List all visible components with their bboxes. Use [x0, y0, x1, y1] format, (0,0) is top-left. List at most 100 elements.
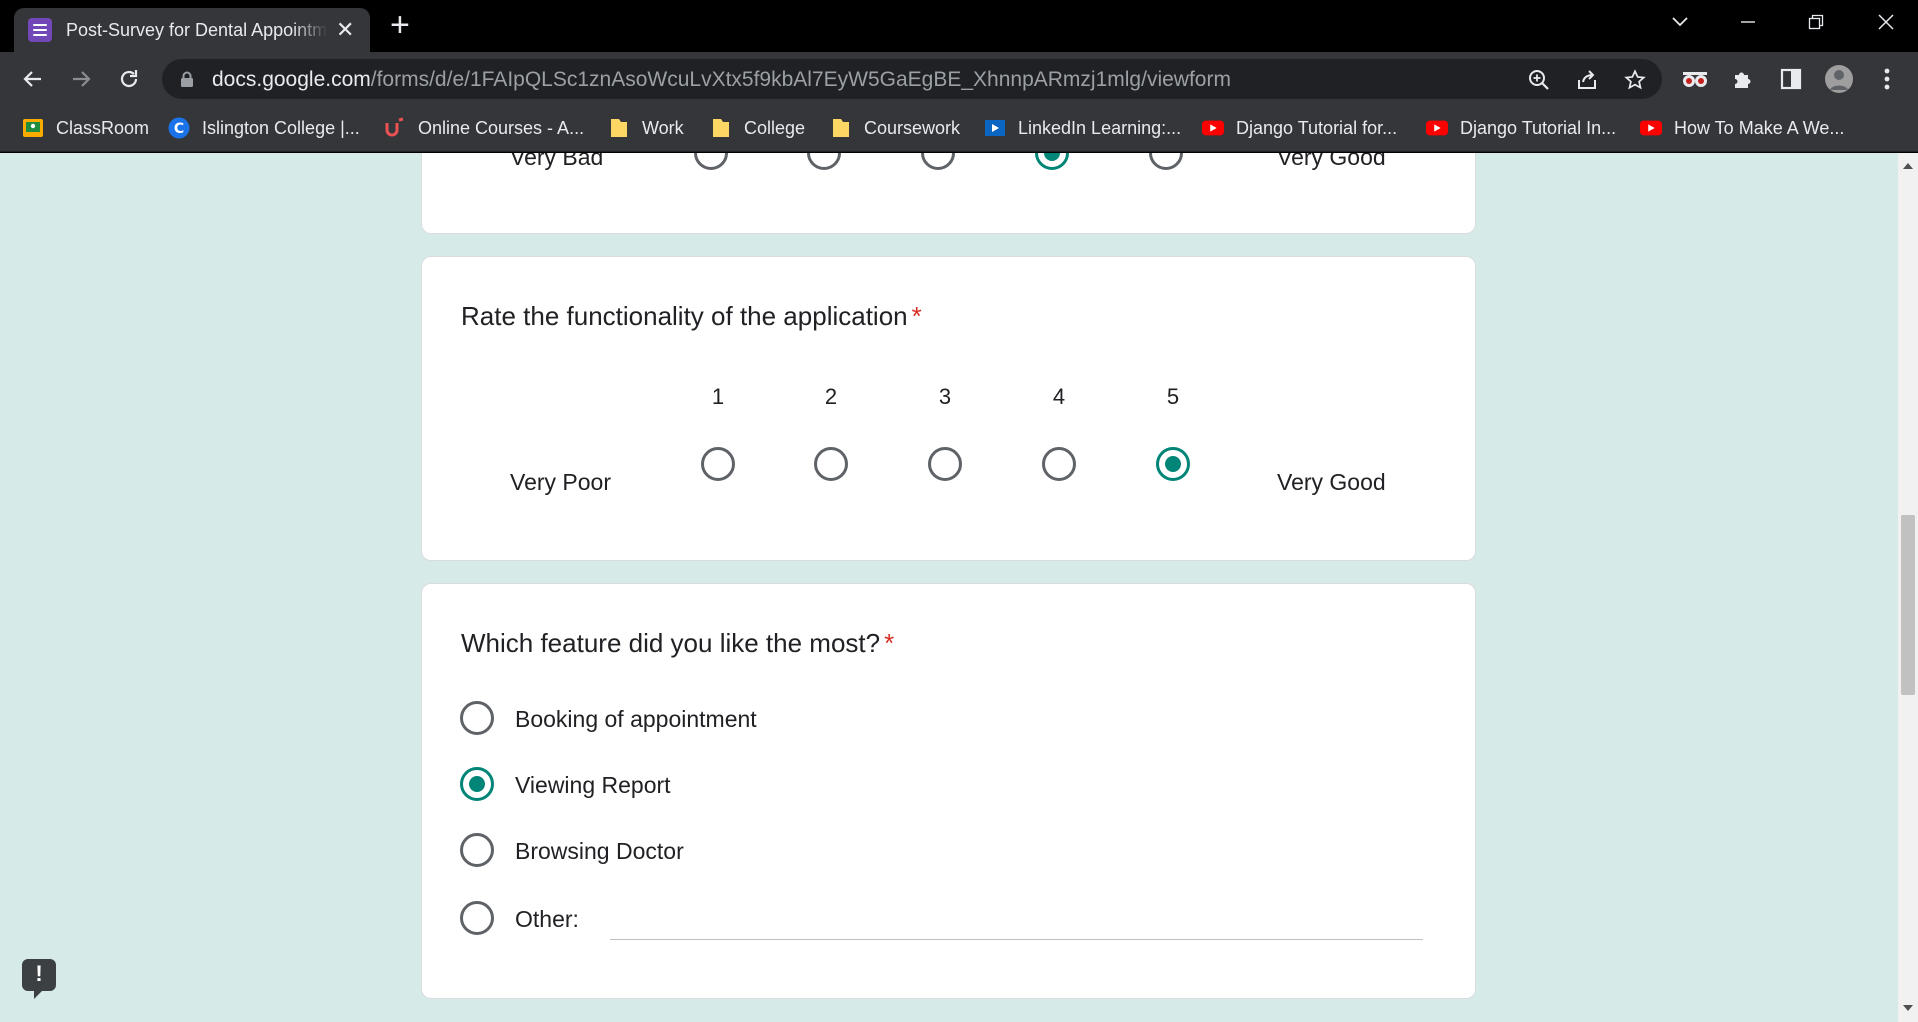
browser-toolbar: docs.google.com/forms/d/e/1FAIpQLSc1znAs…	[0, 52, 1918, 104]
scale-high-label: Very Good	[1277, 469, 1386, 495]
bookmark-django-tutorial-in[interactable]: Django Tutorial In...	[1426, 114, 1616, 142]
radio-prev-2[interactable]	[807, 153, 841, 170]
scroll-thumb[interactable]	[1901, 515, 1915, 695]
tab-strip: Post-Survey for Dental Appointment ✕ +	[0, 0, 1918, 52]
bookmark-label: How To Make A We...	[1674, 117, 1845, 138]
folder-icon	[710, 117, 732, 139]
bookmark-label: Islington College |...	[202, 117, 360, 138]
url-path: /forms/d/e/1FAIpQLSc1znAsoWcuLvXtx5f9kbA…	[370, 68, 1231, 91]
radio-option-other[interactable]	[460, 901, 494, 935]
youtube-icon	[1202, 117, 1224, 139]
radio-prev-4[interactable]	[1035, 153, 1069, 170]
url-text[interactable]: docs.google.com/forms/d/e/1FAIpQLSc1znAs…	[212, 68, 1231, 92]
page-scrollbar[interactable]	[1898, 153, 1918, 1022]
side-panel-icon[interactable]	[1776, 64, 1806, 94]
bookmark-label: Online Courses - A...	[418, 117, 585, 138]
bookmark-coursework[interactable]: Coursework	[830, 114, 960, 142]
feature-question-card: Which feature did you like the most? * Bo…	[421, 583, 1476, 999]
profile-avatar[interactable]	[1824, 64, 1854, 94]
scroll-down-arrow-icon[interactable]	[1903, 1005, 1913, 1011]
scale-number-4: 4	[1052, 384, 1066, 409]
other-text-input[interactable]	[610, 939, 1423, 940]
bookmark-online-courses[interactable]: Online Courses - A...	[384, 114, 584, 142]
new-tab-button[interactable]: +	[390, 8, 410, 42]
folder-icon	[608, 117, 630, 139]
radio-rating-5[interactable]	[1156, 447, 1190, 481]
folder-icon	[830, 117, 852, 139]
close-window-icon[interactable]	[1862, 0, 1910, 44]
question-title: Which feature did you like the most? *	[461, 628, 894, 659]
zoom-icon[interactable]	[1526, 67, 1552, 93]
scale-low-label: Very Poor	[510, 469, 611, 495]
question-title-text: Which feature did you like the most?	[461, 628, 881, 658]
lock-icon[interactable]	[180, 71, 194, 92]
tab-close-icon[interactable]: ✕	[336, 19, 354, 41]
college-c-icon: C	[168, 117, 190, 139]
feedback-exclamation: !	[35, 961, 43, 986]
menu-kebab-icon[interactable]	[1872, 64, 1902, 94]
option-label-booking[interactable]: Booking of appointment	[515, 706, 757, 733]
reload-icon[interactable]	[114, 64, 144, 94]
share-icon[interactable]	[1574, 67, 1600, 93]
google-forms-icon	[28, 18, 52, 42]
bookmark-django-tutorial-for[interactable]: Django Tutorial for...	[1202, 114, 1397, 142]
youtube-icon	[1640, 117, 1662, 139]
radio-rating-1[interactable]	[701, 447, 735, 481]
radio-prev-1[interactable]	[694, 153, 728, 170]
bookmarks-bar: ClassRoom C Islington College |... Onlin…	[0, 104, 1918, 152]
forward-arrow-icon[interactable]	[66, 64, 96, 94]
question-title-text: Rate the functionality of the applicatio…	[461, 301, 908, 331]
bookmark-label: LinkedIn Learning:...	[1018, 117, 1182, 138]
required-asterisk: *	[884, 628, 895, 658]
linkedin-learning-icon	[984, 117, 1006, 139]
report-feedback-button[interactable]: !	[22, 959, 56, 999]
option-label-browsing-doctor[interactable]: Browsing Doctor	[515, 838, 684, 865]
udemy-icon	[384, 117, 406, 139]
address-bar[interactable]: docs.google.com/forms/d/e/1FAIpQLSc1znAs…	[162, 59, 1662, 99]
restore-icon[interactable]	[1792, 0, 1840, 44]
bookmark-label: Django Tutorial for...	[1236, 117, 1398, 138]
back-arrow-icon[interactable]	[18, 64, 48, 94]
bookmark-label: Coursework	[864, 117, 961, 138]
bookmark-label: ClassRoom	[56, 117, 150, 138]
scale-number-3: 3	[938, 384, 952, 409]
bookmark-how-to-make[interactable]: How To Make A We...	[1640, 114, 1844, 142]
radio-rating-4[interactable]	[1042, 447, 1076, 481]
option-label-other[interactable]: Other:	[515, 906, 579, 933]
scale-number-2: 2	[824, 384, 838, 409]
scroll-up-arrow-icon[interactable]	[1903, 163, 1913, 169]
bookmark-islington-college[interactable]: C Islington College |...	[168, 114, 360, 142]
option-label-viewing-report[interactable]: Viewing Report	[515, 772, 671, 799]
extension-glasses-icon[interactable]	[1680, 64, 1710, 94]
minimize-icon[interactable]	[1724, 0, 1772, 44]
classroom-icon	[22, 117, 44, 139]
scale-high-label: Very Good	[1277, 153, 1386, 170]
scale-number-1: 1	[711, 384, 725, 409]
radio-option-browsing-doctor[interactable]	[460, 833, 494, 867]
previous-question-card: Very Bad Very Good	[421, 153, 1476, 234]
functionality-question-card: Rate the functionality of the applicatio…	[421, 256, 1476, 561]
radio-option-booking[interactable]	[460, 701, 494, 735]
extensions-puzzle-icon[interactable]	[1728, 64, 1758, 94]
radio-rating-3[interactable]	[928, 447, 962, 481]
bookmark-label: College	[744, 117, 806, 138]
radio-prev-5[interactable]	[1149, 153, 1183, 170]
radio-option-viewing-report[interactable]	[460, 767, 494, 801]
radio-rating-2[interactable]	[814, 447, 848, 481]
bookmark-college[interactable]: College	[710, 114, 805, 142]
scale-number-5: 5	[1166, 384, 1180, 409]
scale-low-label: Very Bad	[510, 153, 604, 170]
svg-text:C: C	[174, 121, 184, 137]
bookmark-label: Django Tutorial In...	[1460, 117, 1617, 138]
required-asterisk: *	[911, 301, 922, 331]
bookmark-classroom[interactable]: ClassRoom	[22, 114, 149, 142]
radio-prev-3[interactable]	[921, 153, 955, 170]
youtube-icon	[1426, 117, 1448, 139]
form-page: Very Bad Very Good Rate the functionalit…	[0, 153, 1898, 1022]
url-host: docs.google.com	[212, 68, 371, 91]
bookmark-work[interactable]: Work	[608, 114, 684, 142]
bookmark-linkedin-learning[interactable]: LinkedIn Learning:...	[984, 114, 1181, 142]
star-bookmark-icon[interactable]	[1622, 67, 1648, 93]
browser-tab[interactable]: Post-Survey for Dental Appointment ✕	[14, 8, 370, 52]
tab-search-icon[interactable]	[1656, 0, 1704, 44]
